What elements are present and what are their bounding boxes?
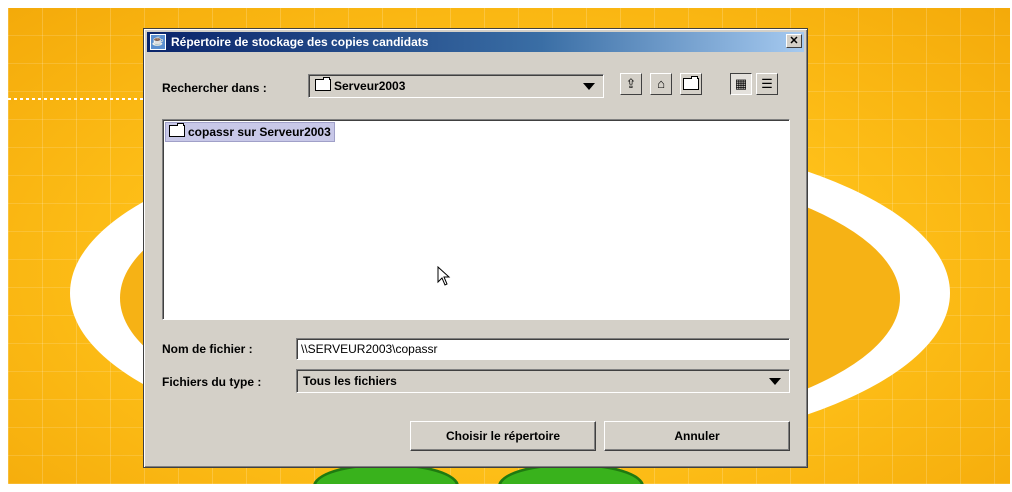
mouse-pointer-icon bbox=[437, 266, 451, 286]
file-type-combobox[interactable]: Tous les fichiers bbox=[296, 369, 790, 393]
list-item[interactable]: copassr sur Serveur2003 bbox=[165, 122, 335, 142]
file-name-label: Nom de fichier : bbox=[162, 342, 253, 356]
file-type-label: Fichiers du type : bbox=[162, 375, 262, 389]
dialog-titlebar[interactable]: ☕ Répertoire de stockage des copies cand… bbox=[147, 32, 804, 52]
file-name-field[interactable] bbox=[296, 338, 790, 360]
look-in-value: Serveur2003 bbox=[315, 77, 405, 93]
background-dotted-line bbox=[8, 98, 148, 100]
close-button[interactable]: ✕ bbox=[786, 34, 802, 48]
folder-icon bbox=[169, 123, 185, 137]
file-name-input[interactable] bbox=[297, 339, 789, 359]
new-folder-button[interactable] bbox=[680, 73, 702, 95]
details-view-icon: ☰ bbox=[761, 76, 773, 91]
list-view-button[interactable]: ▦ bbox=[730, 73, 752, 95]
file-list[interactable]: copassr sur Serveur2003 bbox=[162, 119, 790, 320]
new-folder-icon bbox=[683, 76, 699, 90]
choose-directory-dialog: ☕ Répertoire de stockage des copies cand… bbox=[143, 28, 808, 468]
up-one-level-button[interactable]: ⇪ bbox=[620, 73, 642, 95]
folder-icon bbox=[315, 77, 331, 91]
look-in-label: Rechercher dans : bbox=[162, 81, 267, 95]
home-icon: ⌂ bbox=[657, 76, 665, 91]
details-view-button[interactable]: ☰ bbox=[756, 73, 778, 95]
cancel-button[interactable]: Annuler bbox=[604, 421, 790, 451]
list-view-icon: ▦ bbox=[734, 76, 748, 91]
file-name-text: copassr sur Serveur2003 bbox=[188, 125, 331, 139]
java-app-icon: ☕ bbox=[150, 34, 166, 50]
chevron-down-icon[interactable] bbox=[769, 378, 781, 385]
home-button[interactable]: ⌂ bbox=[650, 73, 672, 95]
up-folder-icon: ⇪ bbox=[625, 76, 637, 91]
chevron-down-icon[interactable] bbox=[583, 83, 595, 90]
choose-directory-button[interactable]: Choisir le répertoire bbox=[410, 421, 596, 451]
dialog-title: Répertoire de stockage des copies candid… bbox=[171, 35, 429, 49]
file-type-value: Tous les fichiers bbox=[303, 374, 397, 388]
look-in-combobox[interactable]: Serveur2003 bbox=[308, 74, 604, 98]
